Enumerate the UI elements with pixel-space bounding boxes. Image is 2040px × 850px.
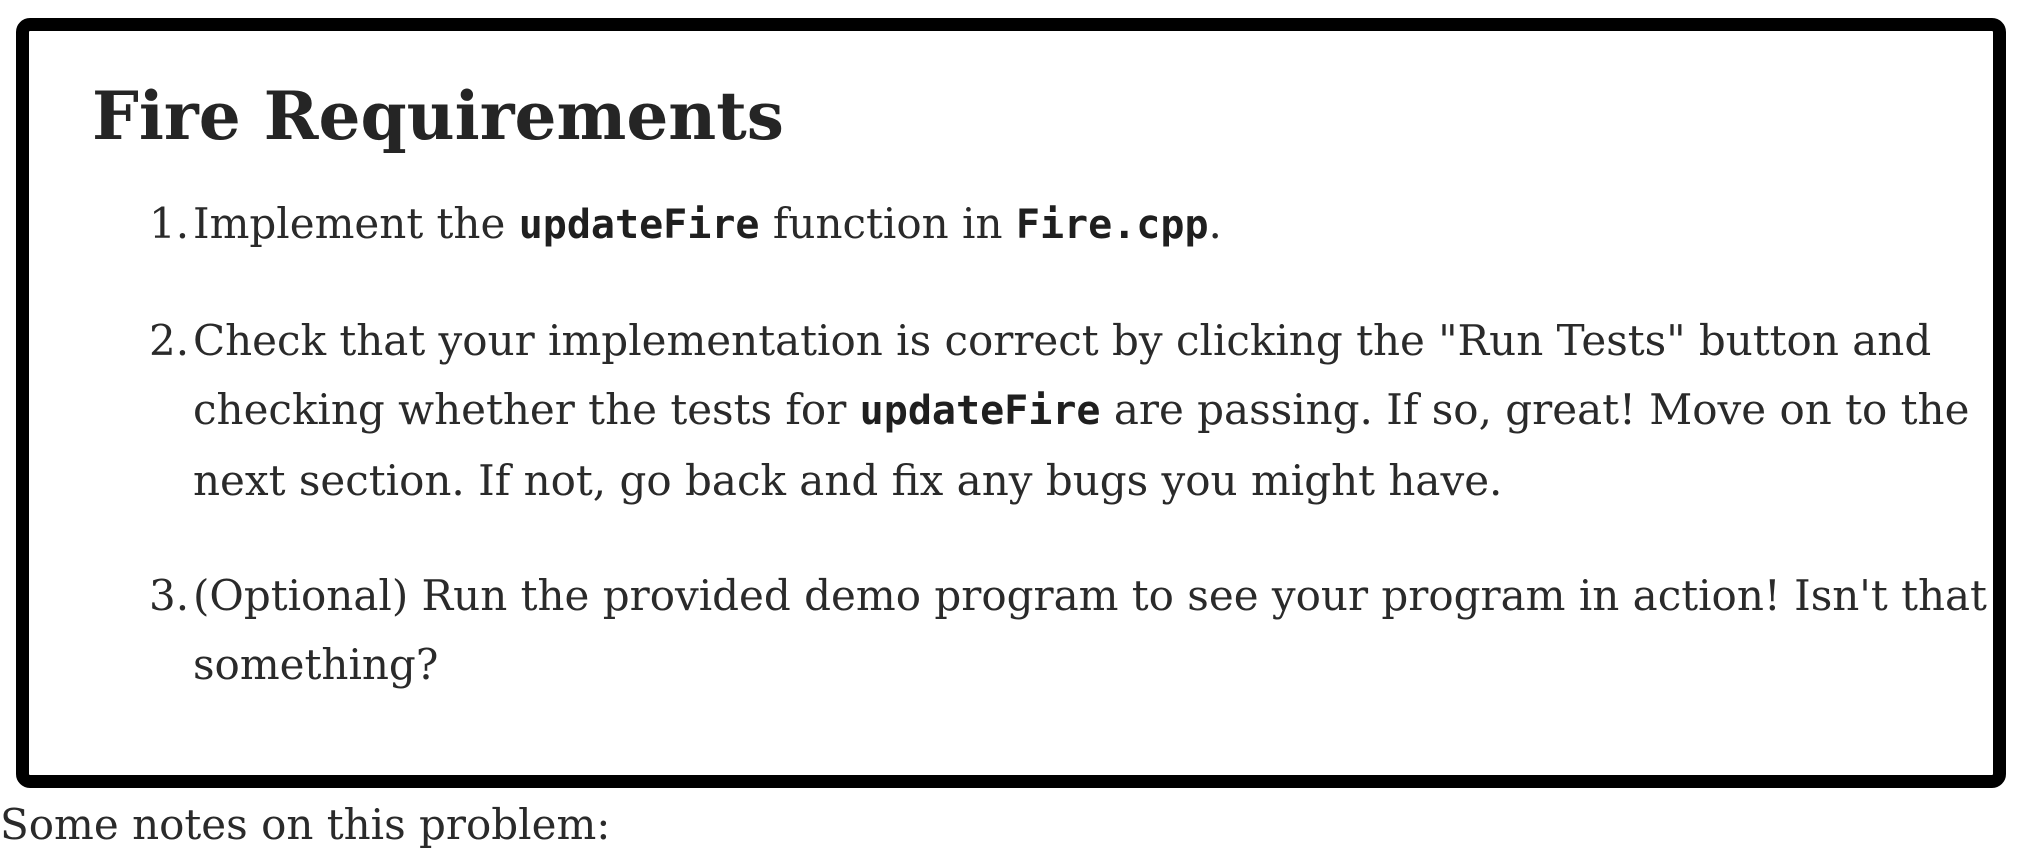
- list-item-number: 1.: [149, 199, 190, 248]
- file-name-code: Fire.cpp: [1015, 202, 1209, 248]
- page-title: Fire Requirements: [92, 77, 784, 155]
- list-item-text: (Optional) Run the provided demo program…: [193, 571, 1987, 689]
- list-item: 1. Implement the updateFire function in …: [29, 189, 2019, 260]
- list-item-text: function in: [759, 199, 1016, 248]
- function-name-code: updateFire: [518, 202, 760, 248]
- function-name-code: updateFire: [859, 388, 1101, 434]
- list-item-text: Implement the: [193, 199, 519, 248]
- list-item-text: .: [1208, 199, 1222, 248]
- requirements-list: 1. Implement the updateFire function in …: [29, 189, 2019, 745]
- list-item-number: 3.: [149, 571, 190, 620]
- list-item-number: 2.: [149, 316, 190, 365]
- requirements-panel: Fire Requirements 1. Implement the updat…: [16, 18, 2006, 788]
- list-item: 3. (Optional) Run the provided demo prog…: [29, 561, 2019, 699]
- list-item: 2. Check that your implementation is cor…: [29, 306, 2019, 515]
- footer-text: Some notes on this problem:: [0, 800, 611, 849]
